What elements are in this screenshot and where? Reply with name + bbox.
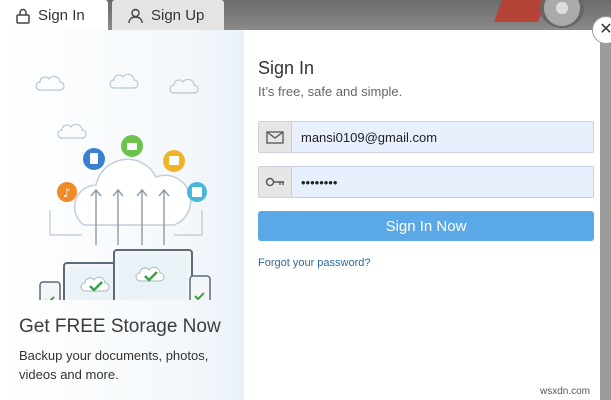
sign-in-form: Sign In It’s free, safe and simple. Sign…	[244, 30, 600, 400]
promo-description: Backup your documents, photos, videos an…	[19, 348, 209, 382]
password-field	[258, 166, 594, 198]
password-input[interactable]	[292, 167, 593, 197]
sign-in-now-button[interactable]: Sign In Now	[258, 211, 594, 241]
promo-panel: ♪ Get FREE Storage Now Backup your docum…	[0, 30, 244, 400]
background-decoration	[493, 0, 547, 22]
sign-in-dialog: ♪ Get FREE Storage Now Backup your docum…	[0, 30, 600, 400]
lock-icon	[16, 8, 30, 24]
promo-title: Get FREE Storage Now	[19, 316, 221, 337]
tab-sign-up[interactable]: Sign Up	[112, 0, 224, 31]
email-input[interactable]	[292, 122, 593, 152]
form-subtitle: It’s free, safe and simple.	[258, 84, 403, 99]
user-icon	[128, 8, 143, 24]
svg-text:♪: ♪	[63, 186, 71, 200]
form-title: Sign In	[258, 58, 315, 78]
key-icon	[259, 167, 292, 197]
email-field	[258, 121, 594, 153]
cloud-storage-illustration: ♪	[35, 73, 211, 300]
close-icon: ✕	[599, 21, 611, 38]
tab-sign-in-label: Sign In	[38, 7, 85, 24]
tab-sign-in[interactable]: Sign In	[0, 0, 108, 31]
forgot-password-link[interactable]: Forgot your password?	[258, 257, 371, 269]
envelope-icon	[259, 122, 292, 152]
tab-sign-up-label: Sign Up	[151, 7, 205, 24]
watermark-text: wsxdn.com	[540, 386, 591, 397]
